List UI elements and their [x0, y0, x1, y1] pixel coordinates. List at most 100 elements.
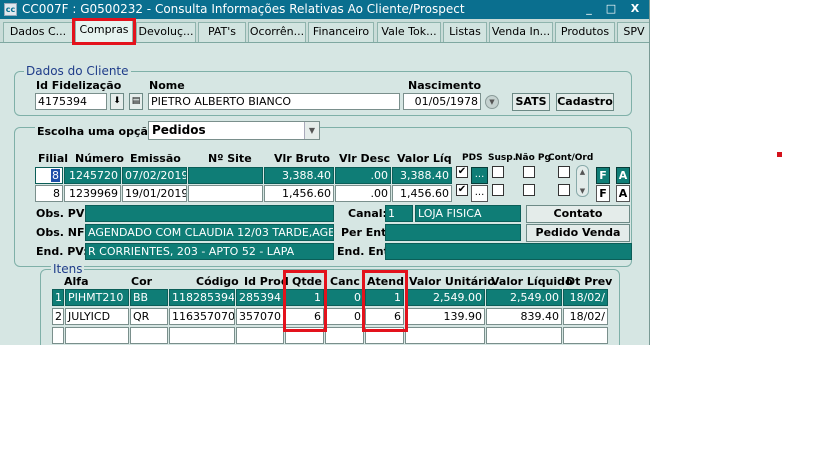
item-valor-liq[interactable]: 839.40 [486, 308, 562, 325]
pedido-vlr-desc[interactable]: .00 [335, 167, 391, 184]
item-alfa[interactable]: PIHMT210 [65, 289, 129, 306]
end-pv-label: End. PV: [36, 245, 88, 258]
hdr-valor-unit: Valor Unitário [409, 275, 495, 288]
more-button[interactable]: ... [471, 185, 488, 202]
pedido-numero[interactable]: 1239969 [64, 185, 121, 202]
pedido-valor-liq[interactable]: 1,456.60 [392, 185, 452, 202]
contato-button[interactable]: Contato [526, 205, 630, 223]
susp-checkbox[interactable] [492, 166, 504, 178]
chevron-down-icon[interactable]: ▼ [304, 122, 319, 139]
end-pv-field[interactable]: R CORRIENTES, 203 - APTO 52 - LAPA [85, 243, 334, 260]
a-button[interactable]: A [616, 167, 630, 184]
item-codigo[interactable] [169, 327, 235, 344]
item-codigo[interactable]: 1182853941 [169, 289, 235, 306]
tab-dados-cliente[interactable]: Dados C... [3, 22, 73, 42]
scroll-spinner[interactable]: ▲ ▼ [576, 165, 589, 197]
item-valor-unit[interactable]: 139.90 [405, 308, 485, 325]
more-button[interactable]: ... [471, 167, 488, 184]
window-title: CC007F : G0500232 - Consulta Informações… [22, 2, 465, 16]
item-canc[interactable]: 0 [325, 289, 364, 306]
item-alfa[interactable] [65, 327, 129, 344]
nao-pg-checkbox[interactable] [523, 184, 535, 196]
item-codigo[interactable]: 1163570701 [169, 308, 235, 325]
pedido-filial[interactable]: 8 [35, 185, 63, 202]
id-fidelizacao-label: Id Fidelização [36, 79, 122, 92]
pds-checkbox[interactable]: ✔ [456, 166, 468, 178]
end-ent-field[interactable] [385, 243, 632, 260]
pedido-filial[interactable]: 8 [35, 167, 63, 184]
item-index[interactable]: 1 [52, 289, 64, 306]
tab-spv[interactable]: SPV [617, 22, 649, 42]
tab-ocorrencias[interactable]: Ocorrên... [248, 22, 306, 42]
susp-checkbox[interactable] [492, 184, 504, 196]
highlight-compras-tab [72, 18, 136, 45]
item-cor[interactable]: QR [130, 308, 168, 325]
pedido-vlr-desc[interactable]: .00 [335, 185, 391, 202]
close-button[interactable]: X [626, 2, 644, 17]
item-id-prod[interactable]: 357070 [236, 308, 284, 325]
pedido-vlr-bruto[interactable]: 1,456.60 [264, 185, 334, 202]
tab-listas[interactable]: Listas [443, 22, 487, 42]
item-index[interactable] [52, 327, 64, 344]
item-id-prod[interactable] [236, 327, 284, 344]
item-dt-prev[interactable]: 18/02/ [563, 308, 608, 325]
pedido-vlr-bruto[interactable]: 3,388.40 [264, 167, 334, 184]
obs-nf-field[interactable]: AGENDADO COM CLAUDIA 12/03 TARDE,AGENDA [85, 224, 334, 241]
tab-financeiro[interactable]: Financeiro [308, 22, 374, 42]
canal-field[interactable]: LOJA FISICA [415, 205, 521, 222]
download-icon[interactable]: ⬇ [110, 93, 124, 110]
pedido-venda-button[interactable]: Pedido Venda [526, 224, 630, 242]
item-dt-prev[interactable] [563, 327, 608, 344]
canal-code-field[interactable]: 1 [385, 205, 413, 222]
pedido-emissao[interactable]: 07/02/2019 [122, 167, 187, 184]
chevron-down-icon[interactable]: ▼ [485, 95, 499, 109]
obs-pv-field[interactable] [85, 205, 334, 222]
opcao-select[interactable]: Pedidos ▼ [148, 121, 320, 140]
per-ent-field[interactable] [385, 224, 521, 241]
tab-devolucoes[interactable]: Devoluç... [136, 22, 196, 42]
item-valor-unit[interactable] [405, 327, 485, 344]
pedido-site[interactable] [188, 185, 263, 202]
app-icon[interactable]: cc [4, 3, 17, 16]
item-id-prod[interactable]: 285394 [236, 289, 284, 306]
f-button[interactable]: F [596, 167, 610, 184]
pedido-emissao[interactable]: 19/01/2019 [122, 185, 187, 202]
tab-vale-tok[interactable]: Vale Tok... [377, 22, 441, 42]
nome-field[interactable]: PIETRO ALBERTO BIANCO [148, 93, 400, 110]
item-canc[interactable] [325, 327, 364, 344]
cadastro-button[interactable]: Cadastro [556, 93, 614, 111]
pedido-numero[interactable]: 1245720 [64, 167, 121, 184]
item-valor-unit[interactable]: 2,549.00 [405, 289, 485, 306]
tab-pats[interactable]: PAT's [198, 22, 246, 42]
item-index[interactable]: 2 [52, 308, 64, 325]
item-cor[interactable] [130, 327, 168, 344]
item-canc[interactable]: 0 [325, 308, 364, 325]
sats-button[interactable]: SATS [512, 93, 550, 111]
nao-pg-checkbox[interactable] [523, 166, 535, 178]
pedido-site[interactable] [188, 167, 263, 184]
itens-title: Itens [51, 262, 85, 276]
pedido-valor-liq[interactable]: 3,388.40 [392, 167, 452, 184]
minimize-button[interactable]: _ [580, 2, 598, 17]
hdr-alfa: Alfa [64, 275, 89, 288]
document-icon[interactable]: ▤ [129, 93, 143, 110]
obs-pv-label: Obs. PV: [36, 207, 89, 220]
tab-venda-internet[interactable]: Venda In... [489, 22, 553, 42]
pds-checkbox[interactable]: ✔ [456, 184, 468, 196]
item-dt-prev[interactable]: 18/02/ [563, 289, 608, 306]
cont-ord-checkbox[interactable] [558, 166, 570, 178]
maximize-button[interactable]: □ [602, 2, 620, 17]
arrow-up-icon[interactable]: ▲ [578, 168, 587, 176]
item-valor-liq[interactable] [486, 327, 562, 344]
tab-produtos[interactable]: Produtos [555, 22, 615, 42]
item-valor-liq[interactable]: 2,549.00 [486, 289, 562, 306]
f-button[interactable]: F [596, 185, 610, 202]
id-fidelizacao-field[interactable]: 4175394 [35, 93, 107, 110]
item-cor[interactable]: BB [130, 289, 168, 306]
cont-ord-checkbox[interactable] [558, 184, 570, 196]
a-button[interactable]: A [616, 185, 630, 202]
nascimento-field[interactable]: 01/05/1978 [403, 93, 481, 110]
arrow-down-icon[interactable]: ▼ [578, 187, 587, 195]
highlight-qtde-column [283, 270, 327, 332]
item-alfa[interactable]: JULYICD [65, 308, 129, 325]
